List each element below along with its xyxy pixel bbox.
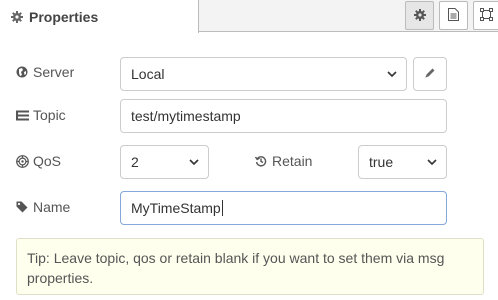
server-label: Server	[33, 64, 75, 80]
topic-label-row: Topic	[16, 107, 66, 123]
text-cursor	[221, 200, 223, 216]
gear-icon	[11, 10, 23, 23]
topic-value: test/mytimestamp	[131, 108, 241, 124]
qos-label: QoS	[33, 153, 62, 169]
empire-icon	[16, 154, 29, 168]
tip-box: Tip: Leave topic, qos or retain blank if…	[16, 238, 484, 295]
retain-label-row: Retain	[255, 153, 312, 169]
frame-icon	[479, 7, 493, 24]
gear-icon	[413, 8, 426, 24]
server-select[interactable]: Local	[120, 57, 407, 91]
chevron-down-icon	[427, 159, 437, 166]
edit-server-button[interactable]	[413, 57, 447, 91]
tip-text: Tip: Leave topic, qos or retain blank if…	[27, 250, 445, 286]
tab-properties[interactable]: Properties	[0, 0, 199, 33]
document-icon	[448, 7, 459, 24]
name-value: MyTimeStamp	[131, 200, 221, 216]
qos-value: 2	[131, 154, 139, 170]
history-icon	[255, 155, 268, 168]
server-label-row: Server	[16, 64, 74, 80]
globe-icon	[16, 66, 29, 79]
appearance-tab-button[interactable]	[473, 1, 498, 30]
tag-icon	[16, 201, 29, 214]
server-value: Local	[131, 66, 165, 82]
tab-label: Properties	[29, 8, 99, 25]
description-tab-button[interactable]	[439, 1, 468, 30]
qos-select[interactable]: 2	[120, 145, 209, 179]
retain-label: Retain	[272, 153, 313, 169]
name-input[interactable]: MyTimeStamp	[120, 191, 447, 225]
topic-label: Topic	[33, 107, 66, 123]
tab-bar: Properties	[0, 0, 498, 33]
name-label: Name	[33, 199, 71, 215]
list-icon	[16, 109, 29, 122]
properties-tab-button[interactable]	[405, 1, 434, 30]
pencil-icon	[424, 66, 436, 82]
qos-label-row: QoS	[16, 153, 61, 169]
retain-value: true	[369, 154, 394, 170]
topic-input[interactable]: test/mytimestamp	[120, 99, 447, 133]
chevron-down-icon	[189, 159, 199, 166]
retain-select[interactable]: true	[358, 145, 447, 179]
chevron-down-icon	[387, 71, 397, 78]
name-label-row: Name	[16, 199, 70, 215]
